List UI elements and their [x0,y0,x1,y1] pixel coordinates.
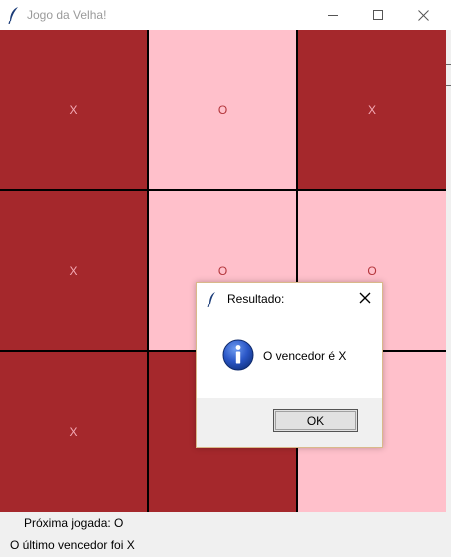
dialog-footer: OK [197,398,382,447]
dialog-title: Resultado: [227,292,285,306]
close-icon[interactable] [356,289,374,307]
cell-mark: X [367,102,376,117]
cell-mark: O [367,263,377,278]
edge-tick [446,64,451,65]
cell-mark: X [69,425,78,439]
last-winner-label: O último vencedor foi X [10,538,135,552]
maximize-button[interactable] [356,0,401,30]
maximize-icon [373,9,383,20]
board-cell[interactable]: X [0,191,147,350]
window-title: Jogo da Velha! [27,8,107,22]
board-cell[interactable]: X [0,30,147,189]
board-cell[interactable]: X [298,30,446,189]
info-icon [222,339,254,371]
edge-tick [446,85,451,86]
cell-mark: O [217,102,228,117]
title-bar[interactable]: Jogo da Velha! [0,0,451,30]
cell-mark: O [217,263,228,278]
cell-mark: X [69,102,78,117]
app-window: Jogo da Velha! X O X X O O X Próxima jog… [0,0,451,557]
board-cell[interactable]: X [0,352,147,512]
close-button[interactable] [401,0,446,30]
dialog-message: O vencedor é X [263,349,347,363]
cell-mark: X [69,263,78,278]
close-icon [418,9,429,21]
result-dialog: Resultado: O vencedor é X OK [196,282,383,448]
next-move-label: Próxima jogada: O [24,516,124,530]
feather-icon [207,292,215,307]
minimize-icon [328,14,338,16]
board-cell[interactable]: O [149,30,296,189]
minimize-button[interactable] [311,0,356,30]
window-edge [446,30,451,512]
ok-button[interactable]: OK [273,409,358,432]
feather-icon [8,7,18,24]
